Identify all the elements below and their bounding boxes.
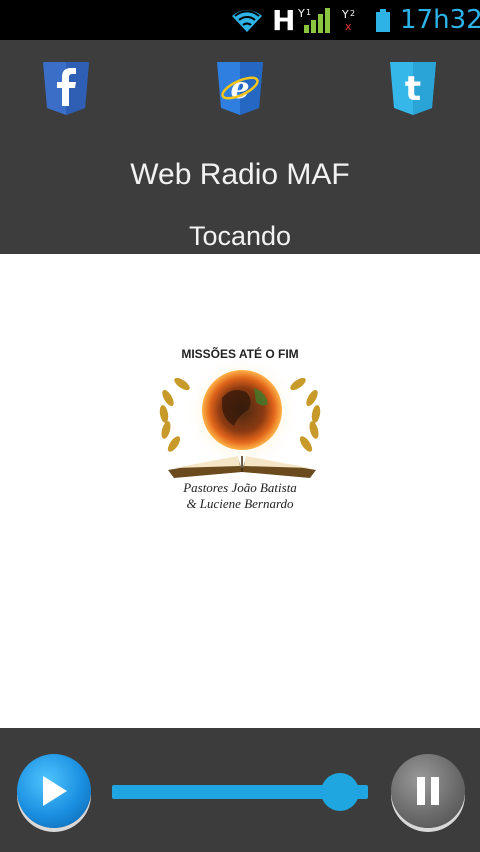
signal-icon: Y 1 bbox=[298, 0, 332, 40]
pause-icon bbox=[417, 777, 439, 805]
battery-icon bbox=[375, 0, 391, 40]
facebook-icon[interactable] bbox=[40, 60, 92, 116]
wifi-icon bbox=[230, 0, 264, 40]
signal-no-service-icon: Y 2 x bbox=[342, 0, 358, 40]
svg-text:1: 1 bbox=[306, 8, 311, 17]
network-type: H bbox=[272, 3, 296, 37]
logo-bottom-text-line1: Pastores João Batista bbox=[182, 480, 297, 495]
station-title: Web Radio MAF bbox=[130, 158, 350, 191]
pause-button[interactable] bbox=[391, 754, 465, 828]
header: e t Web Radio MAF Tocando bbox=[0, 40, 480, 254]
internet-explorer-icon[interactable]: e bbox=[214, 60, 266, 116]
status-bar: H Y 1 Y 2 x 17h32 bbox=[0, 0, 480, 40]
volume-slider[interactable] bbox=[112, 773, 368, 811]
logo-bottom-text-line2: & Luciene Bernardo bbox=[186, 496, 294, 511]
missoes-ate-o-fim-logo: MISSÕES ATÉ O FIM Pastores João Batista … bbox=[150, 338, 330, 518]
twitter-icon[interactable]: t bbox=[387, 60, 439, 116]
play-icon bbox=[43, 776, 67, 806]
logo-top-text: MISSÕES ATÉ O FIM bbox=[181, 346, 298, 361]
svg-text:2: 2 bbox=[350, 9, 355, 18]
play-button[interactable] bbox=[17, 754, 91, 828]
playback-status: Tocando bbox=[188, 221, 292, 251]
volume-slider-thumb[interactable] bbox=[320, 773, 359, 811]
main-content: MISSÕES ATÉ O FIM Pastores João Batista … bbox=[0, 254, 480, 728]
clock: 17h32 bbox=[400, 5, 480, 35]
svg-text:e: e bbox=[230, 71, 249, 106]
svg-text:x: x bbox=[345, 20, 352, 33]
svg-text:t: t bbox=[405, 69, 421, 109]
svg-text:Y: Y bbox=[298, 7, 305, 20]
player-bar bbox=[0, 728, 480, 852]
